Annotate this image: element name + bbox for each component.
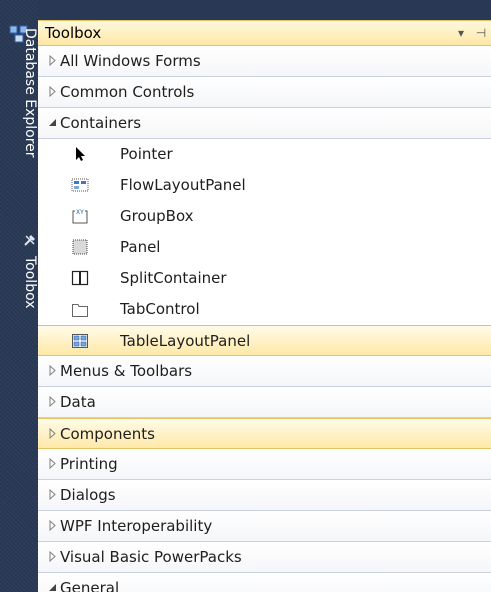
collapsed-arrow-icon: [49, 55, 56, 66]
collapsed-arrow-icon: [49, 396, 56, 407]
category-dialogs[interactable]: Dialogs: [38, 480, 491, 511]
tab-database-explorer[interactable]: Database Explorer: [22, 28, 38, 158]
category-label: WPF Interoperability: [60, 517, 213, 535]
category-all-windows-forms[interactable]: All Windows Forms: [38, 46, 491, 77]
flowlayoutpanel-icon: [71, 178, 89, 192]
toolbox-title: Toolbox: [45, 24, 102, 42]
tool-item-splitcontainer[interactable]: SplitContainer: [38, 263, 491, 294]
tool-item-label: GroupBox: [120, 207, 194, 225]
tool-item-label: Panel: [120, 238, 161, 256]
tablelayoutpanel-icon: [72, 334, 88, 348]
category-label: Components: [60, 425, 155, 443]
category-menus-toolbars[interactable]: Menus & Toolbars: [38, 356, 491, 387]
category-common-controls[interactable]: Common Controls: [38, 77, 491, 108]
tool-item-label: TabControl: [120, 300, 200, 318]
category-label: Visual Basic PowerPacks: [60, 548, 242, 566]
tool-item-panel[interactable]: Panel: [38, 232, 491, 263]
collapsed-arrow-icon: [49, 489, 56, 500]
tool-item-flowlayoutpanel[interactable]: FlowLayoutPanel: [38, 170, 491, 201]
tab-toolbox-label: Toolbox: [22, 256, 38, 309]
tool-item-label: TableLayoutPanel: [120, 332, 251, 350]
category-containers[interactable]: Containers: [38, 108, 491, 139]
category-label: Dialogs: [60, 486, 116, 504]
dropdown-arrow-icon[interactable]: ▾: [455, 26, 467, 40]
tab-toolbox[interactable]: Toolbox: [22, 232, 38, 309]
tool-item-label: FlowLayoutPanel: [120, 176, 246, 194]
collapsed-arrow-icon: [49, 520, 56, 531]
expanded-arrow-icon: [49, 119, 56, 126]
category-printing[interactable]: Printing: [38, 449, 491, 480]
category-label: Containers: [60, 114, 142, 132]
pointer-icon: [76, 147, 85, 161]
title-bar-buttons: ▾ ⊣: [455, 26, 487, 40]
toolbox-list: All Windows Forms Common Controls Contai…: [38, 46, 491, 592]
category-components[interactable]: Components: [38, 418, 491, 449]
tool-item-label: SplitContainer: [120, 269, 227, 287]
panel-icon: [72, 239, 88, 255]
toolbox-title-bar[interactable]: Toolbox ▾ ⊣: [38, 20, 491, 46]
tab-database-explorer-label: Database Explorer: [22, 28, 38, 158]
collapsed-arrow-icon: [49, 551, 56, 562]
category-wpf-interoperability[interactable]: WPF Interoperability: [38, 511, 491, 542]
svg-text:XY: XY: [76, 209, 84, 216]
side-tab-strip: Database Explorer Toolbox: [0, 0, 38, 592]
category-label: Common Controls: [60, 83, 195, 101]
toolbox-panel: Toolbox ▾ ⊣ All Windows Forms Common Con…: [38, 0, 491, 592]
category-visual-basic-powerpacks[interactable]: Visual Basic PowerPacks: [38, 542, 491, 573]
ide-window: Database Explorer Toolbox Toolbox ▾ ⊣ Al…: [0, 0, 491, 592]
panel-top-edge: [38, 0, 491, 20]
collapsed-arrow-icon: [49, 428, 56, 439]
tabcontrol-icon: [72, 304, 88, 317]
tool-item-tablelayoutpanel[interactable]: TableLayoutPanel: [38, 325, 491, 356]
collapsed-arrow-icon: [49, 86, 56, 97]
tool-item-tabcontrol[interactable]: TabControl: [38, 294, 491, 325]
pin-icon[interactable]: ⊣: [475, 26, 487, 40]
tool-item-label: Pointer: [120, 145, 173, 163]
groupbox-icon: XY: [72, 209, 88, 224]
splitcontainer-icon: [71, 270, 89, 286]
collapsed-arrow-icon: [49, 365, 56, 376]
category-label: General: [60, 579, 120, 592]
collapsed-arrow-icon: [49, 458, 56, 469]
toolbox-icon: [24, 235, 35, 246]
category-label: Data: [60, 393, 96, 411]
tool-item-groupbox[interactable]: XY GroupBox: [38, 201, 491, 232]
expanded-arrow-icon: [49, 584, 56, 591]
category-general[interactable]: General: [38, 573, 491, 592]
tool-item-pointer[interactable]: Pointer: [38, 139, 491, 170]
category-data[interactable]: Data: [38, 387, 491, 418]
category-label: Menus & Toolbars: [60, 362, 193, 380]
category-label: All Windows Forms: [60, 52, 201, 70]
category-label: Printing: [60, 455, 118, 473]
